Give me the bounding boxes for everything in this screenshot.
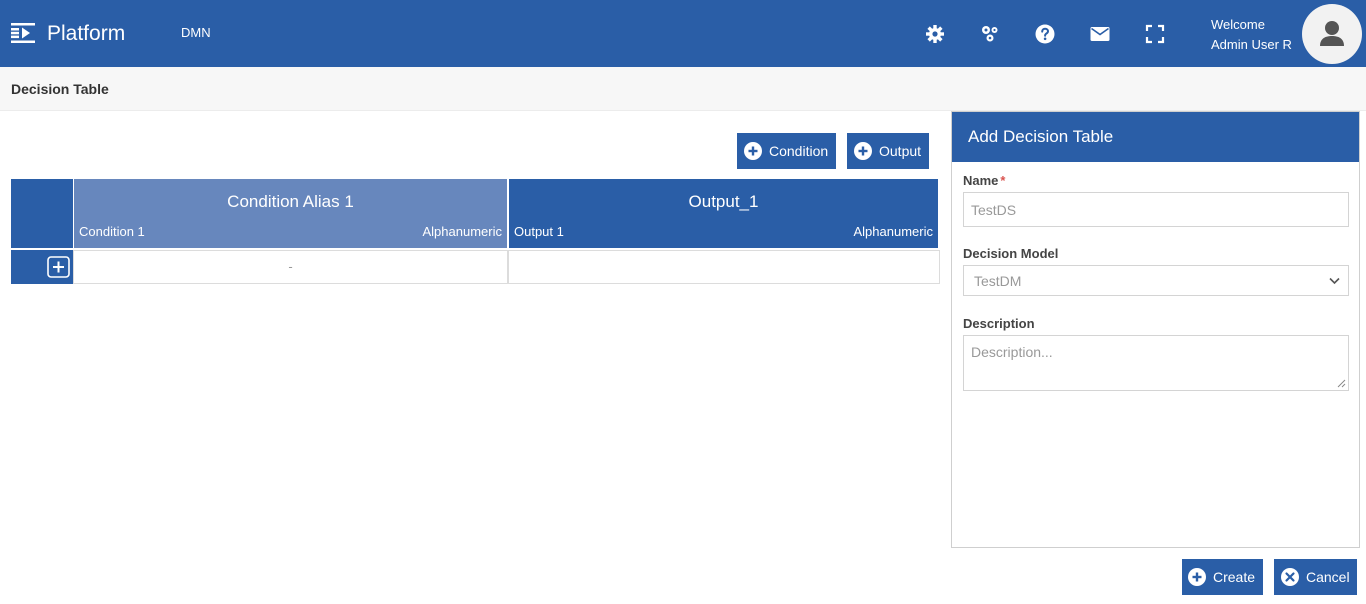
description-label: Description — [963, 316, 1035, 331]
top-navbar: Platform DMN Welcome Admin User R — [0, 0, 1366, 67]
cancel-button[interactable]: Cancel — [1274, 559, 1357, 595]
condition-column-header[interactable]: Condition Alias 1 Condition 1 Alphanumer… — [74, 179, 507, 248]
app-title[interactable]: Platform — [47, 22, 125, 46]
decision-model-value: TestDM — [974, 272, 1022, 289]
add-row-icon[interactable] — [47, 256, 70, 278]
mail-icon[interactable] — [1090, 24, 1110, 44]
user-icon — [1320, 21, 1344, 46]
user-greeting: Welcome Admin User R — [1211, 15, 1292, 55]
output-cell[interactable] — [508, 250, 940, 284]
panel-header: Add Decision Table — [952, 112, 1359, 162]
name-label-text: Name — [963, 173, 999, 188]
decision-model-select[interactable]: TestDM — [963, 265, 1349, 296]
name-label: Name * — [963, 173, 1005, 188]
add-output-button[interactable]: Output — [847, 133, 929, 169]
required-mark: * — [1000, 173, 1006, 188]
output-type: Alphanumeric — [853, 224, 934, 239]
chevron-down-icon — [1329, 277, 1340, 285]
decision-model-label: Decision Model — [963, 246, 1059, 261]
page-header: Decision Table — [0, 67, 1366, 111]
user-name[interactable]: Admin User R — [1211, 35, 1292, 55]
create-label: Create — [1213, 569, 1256, 585]
help-icon[interactable] — [1035, 24, 1055, 44]
page-title: Decision Table — [11, 81, 109, 97]
add-decision-table-panel: Add Decision Table Name * TestDS Decision… — [951, 111, 1360, 548]
description-placeholder: Description... — [971, 344, 1053, 360]
close-circle-icon — [1281, 568, 1299, 586]
cancel-label: Cancel — [1306, 569, 1350, 585]
plus-circle-icon — [744, 142, 762, 160]
name-field[interactable]: TestDS — [963, 192, 1349, 227]
output-column-header[interactable]: Output_1 Output 1 Alphanumeric — [509, 179, 938, 248]
add-output-label: Output — [879, 143, 922, 159]
condition-cell[interactable]: - — [73, 250, 508, 284]
condition-alias: Condition Alias 1 — [227, 192, 354, 211]
resize-handle-icon[interactable] — [1337, 379, 1346, 388]
output-alias: Output_1 — [688, 192, 759, 211]
settings-icon[interactable] — [925, 24, 945, 44]
welcome-label: Welcome — [1211, 17, 1265, 32]
condition-type: Alphanumeric — [422, 224, 503, 239]
description-field[interactable]: Description... — [963, 335, 1349, 391]
name-value: TestDS — [971, 201, 1017, 218]
module-name[interactable]: DMN — [181, 25, 211, 40]
fullscreen-icon[interactable] — [1145, 24, 1165, 44]
table-row: - — [11, 250, 940, 284]
plus-circle-icon — [854, 142, 872, 160]
panel-title: Add Decision Table — [968, 127, 1114, 146]
condition-name: Condition 1 — [79, 224, 145, 239]
plus-circle-icon — [1188, 568, 1206, 586]
row-header — [11, 250, 73, 284]
add-condition-label: Condition — [769, 143, 829, 159]
sidebar-toggle-icon[interactable] — [11, 22, 35, 44]
add-condition-button[interactable]: Condition — [737, 133, 836, 169]
apps-icon[interactable] — [980, 24, 1000, 44]
decision-table: Condition Alias 1 Condition 1 Alphanumer… — [11, 179, 940, 284]
avatar[interactable] — [1302, 4, 1362, 64]
table-corner — [11, 179, 73, 248]
create-button[interactable]: Create — [1182, 559, 1263, 595]
output-name: Output 1 — [514, 224, 564, 239]
